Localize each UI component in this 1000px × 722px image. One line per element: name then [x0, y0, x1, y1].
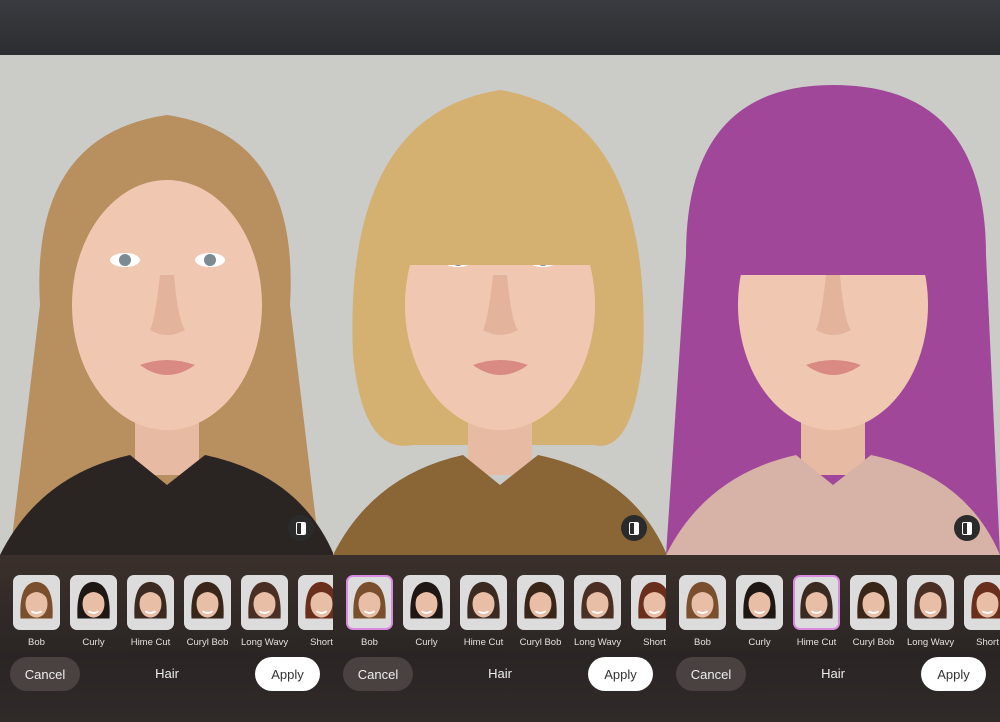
style-thumbnail: [907, 575, 954, 630]
style-carousel[interactable]: Bob Curly Hime Cut Curyl Bob Long Wavy Short: [13, 575, 334, 648]
style-option-long-wavy[interactable]: Long Wavy: [574, 575, 621, 648]
style-option-curly[interactable]: Curly: [70, 575, 117, 648]
style-carousel[interactable]: Bob Curly Hime Cut Curyl Bob Long Wavy Short: [679, 575, 1000, 648]
style-label: Hime Cut: [796, 637, 837, 648]
style-option-curly[interactable]: Curly: [736, 575, 783, 648]
style-option-curyl-bob[interactable]: Curyl Bob: [184, 575, 231, 648]
style-thumbnail: [298, 575, 334, 630]
style-option-long-wavy[interactable]: Long Wavy: [907, 575, 954, 648]
app-screen-3: Bob Curly Hime Cut Curyl Bob Long Wavy Short …: [666, 55, 1000, 722]
style-label: Long Wavy: [574, 637, 622, 648]
style-thumbnail: [13, 575, 60, 630]
style-label: Bob: [694, 637, 711, 648]
style-option-curyl-bob[interactable]: Curyl Bob: [517, 575, 564, 648]
apply-button[interactable]: Apply: [255, 657, 320, 691]
hair-style-panel: Bob Curly Hime Cut Curyl Bob Long Wavy Short …: [0, 555, 334, 722]
style-option-hime-cut[interactable]: Hime Cut: [127, 575, 174, 648]
hair-style-panel: Bob Curly Hime Cut Curyl Bob Long Wavy Short …: [333, 555, 667, 722]
style-thumbnail: [793, 575, 840, 630]
style-thumbnail: [964, 575, 1000, 630]
style-carousel[interactable]: Bob Curly Hime Cut Curyl Bob Long Wavy Short: [346, 575, 667, 648]
style-label: Bob: [361, 637, 378, 648]
style-label: Curly: [415, 637, 438, 648]
style-label: Curly: [82, 637, 105, 648]
app-screen-2: Bob Curly Hime Cut Curyl Bob Long Wavy Short …: [333, 55, 667, 722]
style-thumbnail: [460, 575, 507, 630]
portrait-preview: [0, 55, 334, 555]
style-thumbnail: [679, 575, 726, 630]
style-option-hime-cut[interactable]: Hime Cut: [793, 575, 840, 648]
style-thumbnail: [241, 575, 288, 630]
style-label: Curly: [748, 637, 771, 648]
style-option-hime-cut[interactable]: Hime Cut: [460, 575, 507, 648]
top-bar: [0, 0, 1000, 55]
style-label: Long Wavy: [241, 637, 289, 648]
style-thumbnail: [184, 575, 231, 630]
style-label: Long Wavy: [907, 637, 955, 648]
style-label: Short: [976, 637, 999, 648]
compare-toggle-icon[interactable]: [954, 515, 980, 541]
style-thumbnail: [70, 575, 117, 630]
style-thumbnail: [346, 575, 393, 630]
style-label: Bob: [28, 637, 45, 648]
style-label: Short: [310, 637, 333, 648]
style-label: Curyl Bob: [519, 637, 562, 648]
style-option-long-wavy[interactable]: Long Wavy: [241, 575, 288, 648]
style-option-curly[interactable]: Curly: [403, 575, 450, 648]
style-label: Hime Cut: [463, 637, 504, 648]
style-label: Curyl Bob: [186, 637, 229, 648]
apply-button[interactable]: Apply: [588, 657, 653, 691]
compare-toggle-icon[interactable]: [288, 515, 314, 541]
style-label: Curyl Bob: [852, 637, 895, 648]
hair-style-panel: Bob Curly Hime Cut Curyl Bob Long Wavy Short …: [666, 555, 1000, 722]
style-option-bob[interactable]: Bob: [346, 575, 393, 648]
style-label: Short: [643, 637, 666, 648]
apply-button[interactable]: Apply: [921, 657, 986, 691]
style-option-bob[interactable]: Bob: [13, 575, 60, 648]
style-thumbnail: [574, 575, 621, 630]
style-thumbnail: [736, 575, 783, 630]
portrait-preview: [333, 55, 667, 555]
style-thumbnail: [631, 575, 667, 630]
style-option-short[interactable]: Short: [631, 575, 667, 648]
app-screen-1: Bob Curly Hime Cut Curyl Bob Long Wavy Short …: [0, 55, 334, 722]
style-option-curyl-bob[interactable]: Curyl Bob: [850, 575, 897, 648]
style-option-short[interactable]: Short: [298, 575, 334, 648]
portrait-preview: [666, 55, 1000, 555]
style-label: Hime Cut: [130, 637, 171, 648]
style-thumbnail: [127, 575, 174, 630]
style-option-short[interactable]: Short: [964, 575, 1000, 648]
style-thumbnail: [403, 575, 450, 630]
style-thumbnail: [850, 575, 897, 630]
style-option-bob[interactable]: Bob: [679, 575, 726, 648]
compare-toggle-icon[interactable]: [621, 515, 647, 541]
style-thumbnail: [517, 575, 564, 630]
